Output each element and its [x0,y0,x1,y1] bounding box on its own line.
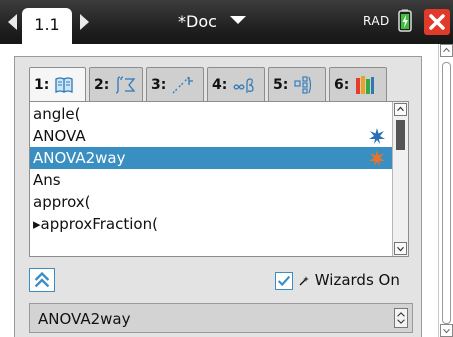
list-item-selected[interactable]: ANOVA2way [30,147,392,169]
integral-sum-icon [116,76,136,94]
previous-page-arrow-icon[interactable] [8,14,17,30]
entry-field[interactable]: ANOVA2way [29,303,413,333]
up-down-spinner-icon[interactable] [394,308,408,328]
entry-value: ANOVA2way [38,310,131,328]
function-graph-icon [172,76,194,94]
top-bar: 1.1 *Doc RAD [0,0,453,44]
tab-catalog-2[interactable]: 2: [89,67,143,103]
infinity-beta-icon [233,78,254,93]
wizards-label-text: Wizards On [314,271,400,289]
scrollbar-thumb[interactable] [396,120,405,150]
tab-label: 4: [212,77,228,93]
tab-catalog-6[interactable]: 6: [329,67,387,103]
scrollbar-track[interactable] [442,62,451,324]
item-label: angle( [33,105,81,123]
wand-icon [299,275,309,285]
wizards-checkbox[interactable] [275,272,293,290]
item-label: Ans [33,171,61,189]
tab-catalog-4[interactable]: 4: [207,67,265,103]
item-label: ▸approxFraction( [33,215,158,233]
item-label: ANOVA [33,127,86,145]
tab-label: 5: [273,77,289,93]
item-label: approx( [33,193,91,211]
catalog-panel: 1: 2: 3: 4: 5: 6: angle(ANOVA ANOVA2way… [14,56,422,337]
document-title[interactable]: *Doc [178,12,217,31]
angle-mode-indicator: RAD [363,14,390,28]
template-grid-icon [294,76,312,94]
list-scrollbar[interactable] [392,102,408,256]
tab-label: 6: [334,77,350,93]
chevron-down-icon[interactable] [230,16,246,24]
wizard-icon [369,150,385,166]
wizard-icon [369,128,385,144]
list-item[interactable]: ▸approxFraction( [30,213,392,235]
list-item[interactable]: ANOVA [30,125,392,147]
scroll-down-arrow-icon[interactable] [394,242,407,255]
document-scrollbar[interactable] [438,44,453,337]
close-icon[interactable] [424,9,450,35]
library-books-icon [356,76,375,94]
tab-label: 3: [151,77,167,93]
tab-catalog-1[interactable]: 1: [29,67,86,105]
list-item[interactable]: approx( [30,191,392,213]
tab-catalog-3[interactable]: 3: [146,67,204,103]
tab-label: 2: [94,77,110,93]
list-item[interactable]: angle( [30,103,392,125]
next-page-arrow-icon[interactable] [80,14,89,30]
item-label: ANOVA2way [33,149,126,167]
page-tab[interactable]: 1.1 [22,8,72,44]
scroll-up-arrow-icon[interactable] [440,44,453,57]
scroll-up-arrow-icon[interactable] [394,103,407,116]
tab-label: 1: [34,77,50,93]
book-icon [55,77,73,94]
scroll-down-arrow-icon[interactable] [440,324,453,337]
tab-catalog-5[interactable]: 5: [268,67,326,103]
battery-icon [398,9,412,32]
collapse-up-button[interactable] [29,268,55,292]
list-item[interactable]: Ans [30,169,392,191]
wizards-toggle-label[interactable]: Wizards On [298,271,400,289]
catalog-list[interactable]: angle( ANOVA ANOVA2way Ans approx( ▸appr… [29,101,409,257]
